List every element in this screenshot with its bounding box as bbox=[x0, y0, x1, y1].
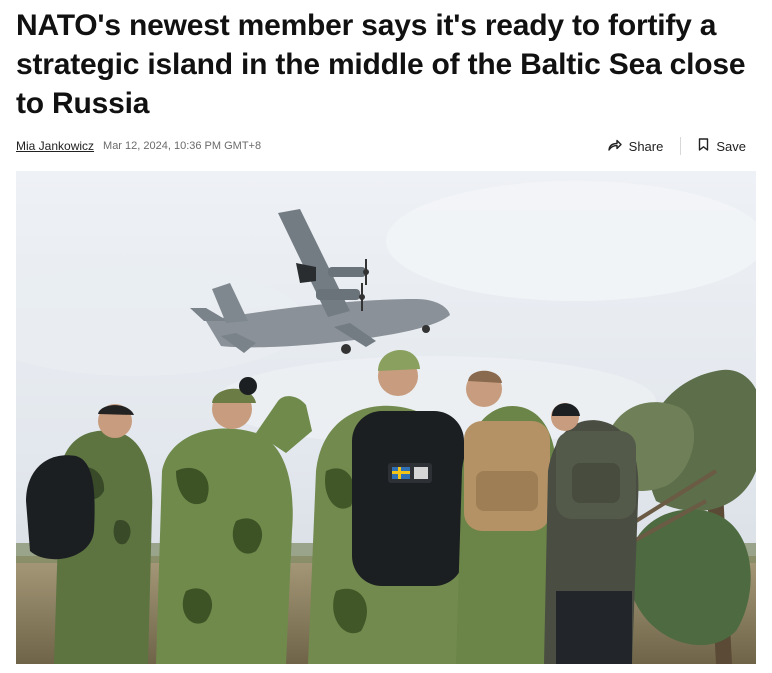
save-button[interactable]: Save bbox=[698, 138, 746, 154]
actions-divider bbox=[680, 137, 682, 155]
share-button[interactable]: Share bbox=[607, 138, 664, 154]
share-arrow-icon bbox=[607, 139, 622, 154]
article-actions: Share Save bbox=[607, 134, 746, 158]
hero-photo-illustration bbox=[16, 171, 756, 664]
bookmark-icon bbox=[698, 138, 709, 154]
share-label: Share bbox=[628, 138, 664, 154]
author-link[interactable]: Mia Jankowicz bbox=[16, 139, 94, 153]
byline: Mia Jankowicz Mar 12, 2024, 10:36 PM GMT… bbox=[16, 136, 261, 156]
publish-date: Mar 12, 2024, 10:36 PM GMT+8 bbox=[103, 140, 262, 152]
article-headline: NATO's newest member says it's ready to … bbox=[16, 9, 746, 120]
save-label: Save bbox=[716, 138, 746, 154]
hero-image bbox=[16, 171, 756, 664]
